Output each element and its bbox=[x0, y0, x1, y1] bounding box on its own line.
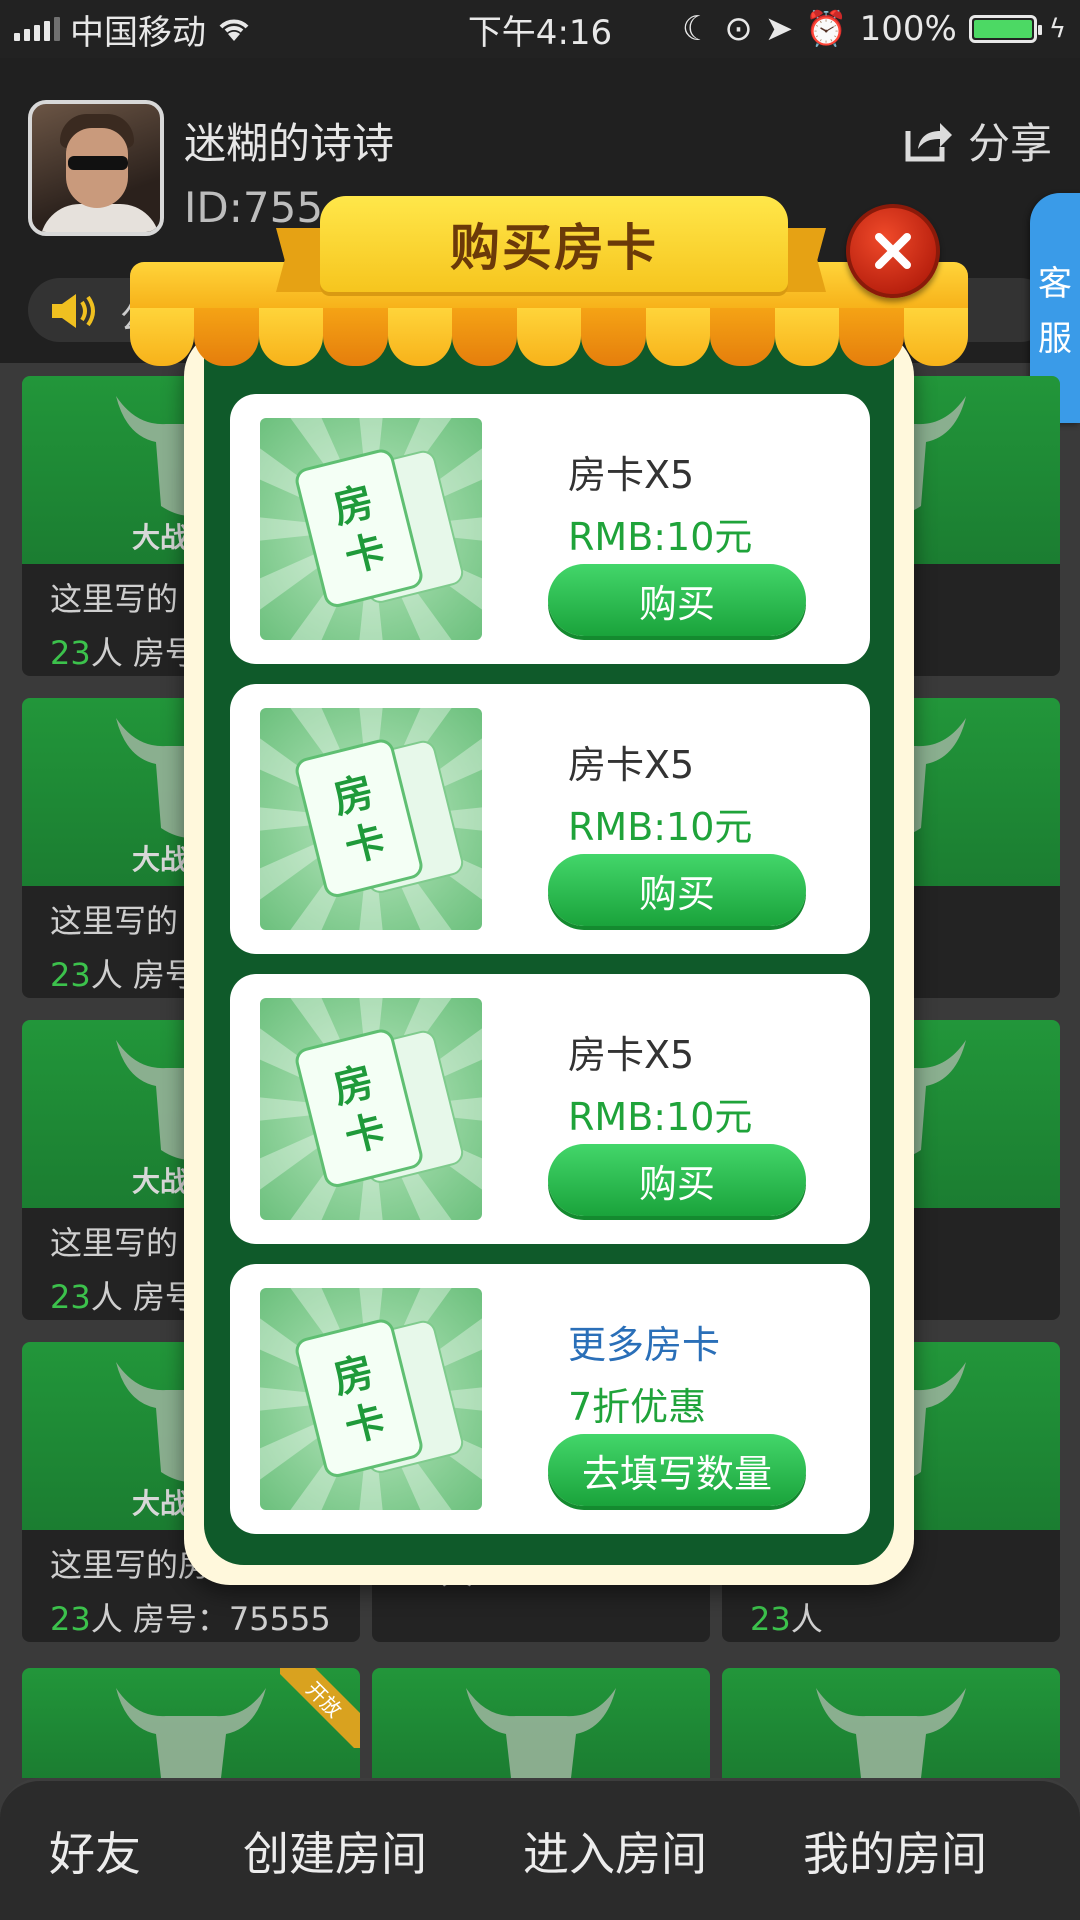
package-price: RMB:10元 bbox=[568, 1095, 753, 1139]
buy-button[interactable]: 购买 bbox=[548, 564, 806, 636]
package-price: RMB:10元 bbox=[568, 515, 753, 559]
package-image: 房卡 bbox=[260, 418, 482, 640]
room-card-icon: 房卡 bbox=[260, 708, 482, 930]
package-card: 房卡 房卡X5 RMB:10元购买 bbox=[230, 684, 870, 954]
package-image: 房卡 bbox=[260, 1288, 482, 1510]
package-list: 房卡房卡X5 RMB:10元 购买房卡房卡X5 RMB:10元 购买房卡房卡X5 RMB:… bbox=[230, 394, 870, 1554]
buy-button[interactable]: 购买 bbox=[548, 854, 806, 926]
package-name: 更多房卡 bbox=[568, 1323, 721, 1367]
close-icon bbox=[875, 233, 911, 269]
buy-button[interactable]: 购买 bbox=[548, 1144, 806, 1216]
package-image: 房卡 bbox=[260, 998, 482, 1220]
package-name: 房卡X5 bbox=[568, 743, 695, 787]
package-card: 房卡 房卡X5 RMB:10元购买 bbox=[230, 394, 870, 664]
package-image: 房卡 bbox=[260, 708, 482, 930]
room-card-icon: 房卡 bbox=[260, 418, 482, 640]
package-name: 房卡X5 bbox=[568, 1033, 695, 1077]
fill-quantity-button[interactable]: 去填写数量 bbox=[548, 1434, 806, 1506]
package-price: RMB:10元 bbox=[568, 805, 753, 849]
buy-room-card-dialog: 购买房卡 房卡房卡X5 RMB:10元 购买房卡房卡X5 RMB:10元 购买房卡房卡X… bbox=[0, 0, 1080, 1920]
room-card-icon: 房卡 bbox=[260, 1288, 482, 1510]
close-button[interactable] bbox=[846, 204, 940, 298]
dialog-title: 购买房卡 bbox=[450, 219, 658, 277]
dialog-title-plate: 购买房卡 bbox=[320, 196, 788, 292]
package-card: 房卡 更多房卡 7折优惠去填写数量 bbox=[230, 1264, 870, 1534]
package-name: 房卡X5 bbox=[568, 453, 695, 497]
package-card: 房卡 房卡X5 RMB:10元购买 bbox=[230, 974, 870, 1244]
package-price: 7折优惠 bbox=[568, 1385, 707, 1429]
room-card-icon: 房卡 bbox=[260, 998, 482, 1220]
